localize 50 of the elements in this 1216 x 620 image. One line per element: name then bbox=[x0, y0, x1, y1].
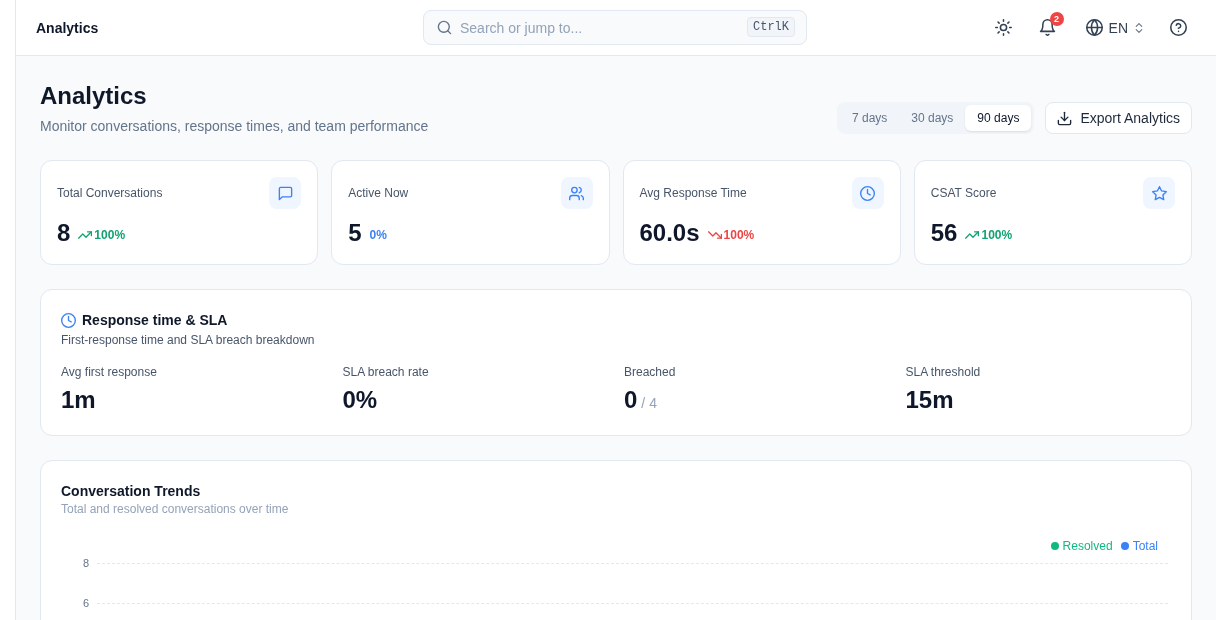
y-axis-label: 6 bbox=[81, 597, 89, 609]
page-title: Analytics bbox=[40, 81, 147, 111]
trend-percentage: 100% bbox=[981, 227, 1013, 242]
language-selector[interactable]: EN bbox=[1075, 11, 1150, 44]
download-icon bbox=[1057, 110, 1073, 126]
stat-value: 8 bbox=[57, 218, 71, 248]
search-icon bbox=[437, 20, 452, 35]
trend-percentage: 100% bbox=[723, 227, 755, 242]
legend-label: Total bbox=[1132, 538, 1158, 554]
metric-value: 0% bbox=[342, 385, 378, 415]
notification-badge: 2 bbox=[1049, 11, 1064, 26]
notifications-button[interactable]: 2 bbox=[1031, 11, 1064, 44]
section-subtitle: Total and resolved conversations over time bbox=[61, 501, 289, 517]
chevron-up-down-icon bbox=[1134, 22, 1144, 33]
chat-bubble-icon bbox=[269, 177, 302, 209]
stat-label: Active Now bbox=[348, 186, 409, 200]
clock-icon bbox=[61, 312, 76, 328]
users-icon bbox=[560, 177, 593, 209]
stat-value: 5 bbox=[348, 218, 362, 248]
metric-label: SLA threshold bbox=[905, 364, 981, 380]
stat-label: Avg Response Time bbox=[639, 186, 747, 200]
range-tab[interactable]: 7 days bbox=[839, 105, 900, 131]
stat-label: CSAT Score bbox=[930, 186, 997, 200]
metric-label: Avg first response bbox=[61, 364, 157, 380]
stat-value: 60.0s bbox=[639, 218, 700, 248]
metric-value: 0 bbox=[624, 385, 638, 415]
shortcut-key: CtrlK bbox=[747, 17, 795, 37]
page-subtitle: Monitor conversations, response times, and team performance bbox=[40, 117, 429, 136]
range-tab[interactable]: 90 days bbox=[965, 105, 1032, 131]
trend-percentage: 0% bbox=[369, 227, 387, 242]
stat-value: 56 bbox=[930, 218, 958, 248]
metric-value: 1m bbox=[61, 385, 96, 415]
metric-total: / 4 bbox=[641, 395, 657, 411]
section-title: Conversation Trends bbox=[61, 482, 201, 501]
trend-percentage: 100% bbox=[94, 227, 126, 242]
export-button[interactable]: Export Analytics bbox=[1045, 102, 1192, 134]
range-tab[interactable]: 30 days bbox=[899, 105, 966, 131]
metric-label: SLA breach rate bbox=[342, 364, 429, 380]
y-axis-label: 8 bbox=[81, 557, 89, 569]
globe-icon bbox=[1085, 19, 1103, 36]
metric-label: Breached bbox=[624, 364, 676, 380]
help-icon bbox=[1169, 19, 1187, 36]
section-subtitle: First-response time and SLA breach breakdown bbox=[61, 332, 315, 348]
clock-icon bbox=[851, 177, 884, 209]
metric-value: 15m bbox=[905, 385, 954, 415]
sun-icon bbox=[995, 19, 1013, 36]
section-title: Response time & SLA bbox=[82, 311, 228, 330]
stat-label: Total Conversations bbox=[57, 186, 163, 200]
app-title: Analytics bbox=[36, 19, 99, 36]
legend-label: Resolved bbox=[1062, 538, 1113, 554]
